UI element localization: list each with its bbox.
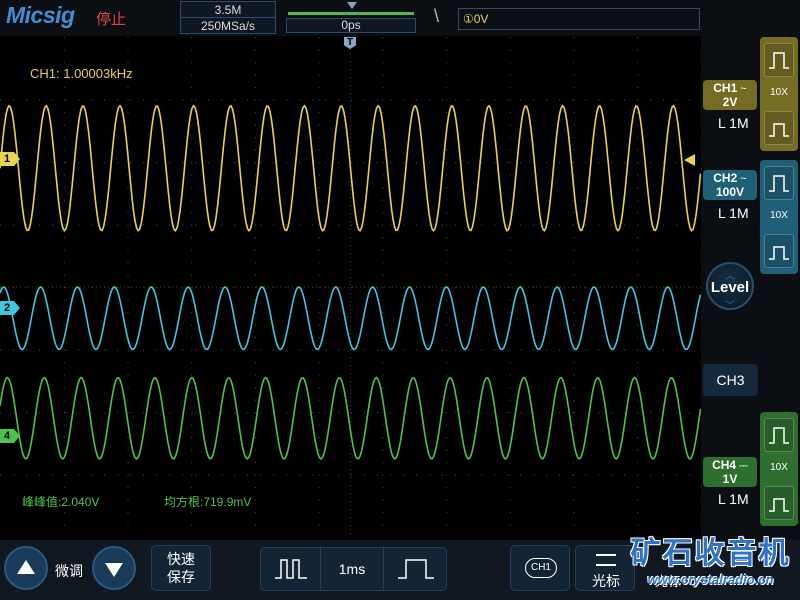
ch1-channel-button[interactable]: CH1 ~ 2V xyxy=(703,80,757,110)
brand-logo: Micsig xyxy=(6,2,75,28)
ch1-waveform xyxy=(0,104,701,233)
ch1-frequency-readout: CH1: 1.00003kHz xyxy=(30,66,133,81)
ch1-probe-panel: 10X xyxy=(760,37,798,151)
falling-edge-icon[interactable]: \ xyxy=(434,6,439,27)
pulse-icon xyxy=(769,52,789,69)
fine-adjust-label: 微调 xyxy=(55,563,83,579)
quick-save-line1: 快速 xyxy=(167,551,195,567)
dc-coupling-icon: ⎓ xyxy=(739,460,748,472)
run-stop-status[interactable]: 停止 xyxy=(96,8,126,29)
ac-coupling-icon: ~ xyxy=(740,173,747,185)
ch2-pulse-up-button[interactable] xyxy=(764,166,794,200)
trigger-level-marker[interactable] xyxy=(684,154,695,166)
ch2-name: CH2 xyxy=(713,171,738,185)
sample-rate: 250MSa/s xyxy=(200,19,256,33)
menu-icon xyxy=(596,554,616,566)
ch4-channel-button[interactable]: CH4 ⎓ 1V xyxy=(703,457,757,487)
ch1-probe-ratio: 10X xyxy=(770,87,788,98)
ch4-impedance[interactable]: L 1M xyxy=(718,491,749,507)
chevron-down-icon: ﹀ xyxy=(725,301,735,312)
ch4-name: CH4 xyxy=(712,458,737,472)
ch1-impedance[interactable]: L 1M xyxy=(718,115,749,131)
pulse-icon xyxy=(769,427,789,444)
ch3-channel-button[interactable]: CH3 xyxy=(703,364,758,396)
pulse-icon xyxy=(769,246,789,260)
quick-save-line2: 保存 xyxy=(167,569,195,585)
ch2-scale: 100V xyxy=(715,185,745,199)
time-position-control[interactable]: 0ps xyxy=(286,1,416,34)
watermark-logo: 矿石收音机 www.crystalradio.cn xyxy=(623,536,798,600)
level-knob[interactable]: ︿ Level ﹀ xyxy=(706,262,754,312)
watermark-text: 矿石收音机 xyxy=(630,537,791,570)
ac-coupling-icon: ~ xyxy=(740,83,747,95)
triangle-down-icon xyxy=(105,563,123,577)
ch4-probe-ratio: 10X xyxy=(770,462,788,473)
ch1-pulse-down-button[interactable] xyxy=(764,111,794,145)
ch1-scale: 2V xyxy=(722,95,738,109)
ch2-pulse-down-button[interactable] xyxy=(764,234,794,268)
ch4-pulse-up-button[interactable] xyxy=(764,418,794,452)
timebase-increase-button[interactable] xyxy=(383,548,446,590)
memory-depth: 3.5M xyxy=(181,2,275,18)
wide-pulse-icon xyxy=(398,559,434,579)
timebase-value: 1ms xyxy=(338,561,366,577)
time-offset-value: 0ps xyxy=(286,18,416,33)
ch1-pulse-up-button[interactable] xyxy=(764,43,794,77)
trigger-info[interactable]: ①0V xyxy=(458,8,700,30)
arrow-up-button[interactable] xyxy=(4,546,48,590)
watermark-url: www.crystalradio.cn xyxy=(647,572,774,587)
narrow-pulse-icon xyxy=(275,559,307,579)
ch1-chip: CH1 xyxy=(525,558,557,578)
timebase-control: 1ms xyxy=(260,547,447,591)
measurement-rms[interactable]: 均方根:719.9mV xyxy=(164,493,251,510)
quick-save-button[interactable]: 快速 保存 xyxy=(151,545,211,591)
triangle-up-icon xyxy=(17,560,35,574)
time-position-marker xyxy=(347,2,357,9)
ch2-probe-panel: 10X xyxy=(760,160,798,274)
pulse-icon xyxy=(769,123,789,137)
ch2-channel-button[interactable]: CH2 ~ 100V xyxy=(703,170,757,200)
pulse-icon xyxy=(769,175,789,192)
ch1-source-button[interactable]: CH1 xyxy=(510,545,570,591)
ch4-pulse-down-button[interactable] xyxy=(764,486,794,520)
ch4-probe-panel: 10X xyxy=(760,412,798,526)
graticule-grid xyxy=(0,37,701,537)
pulse-icon xyxy=(769,498,789,512)
level-knob-label: Level xyxy=(710,279,750,296)
acquisition-info[interactable]: 3.5M 250MSa/s xyxy=(180,1,276,34)
measurement-vpp[interactable]: 峰峰值:2.040V xyxy=(22,493,99,510)
ch2-probe-ratio: 10X xyxy=(770,210,788,221)
memory-window-track xyxy=(288,12,414,15)
ch4-scale: 1V xyxy=(722,472,738,486)
waveform-screen[interactable] xyxy=(0,37,701,537)
timebase-decrease-button[interactable] xyxy=(261,548,321,590)
top-status-bar: Micsig 停止 3.5M 250MSa/s 0ps \ ①0V xyxy=(0,0,800,36)
ch2-impedance[interactable]: L 1M xyxy=(718,205,749,221)
arrow-down-button[interactable] xyxy=(92,546,136,590)
ch1-name: CH1 xyxy=(713,81,738,95)
ch2-waveform xyxy=(0,286,701,351)
